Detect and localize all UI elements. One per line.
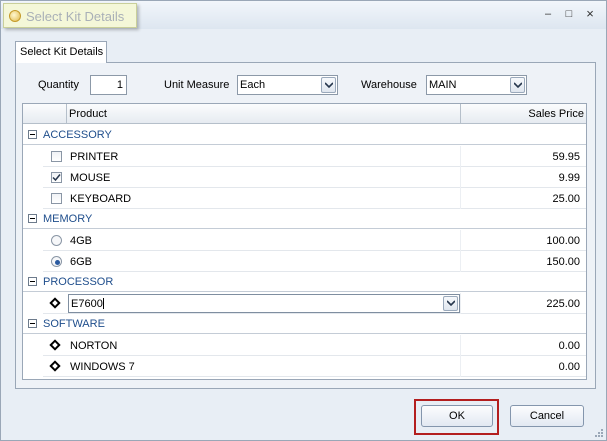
maximize-icon[interactable]: □ bbox=[562, 7, 576, 21]
list-item[interactable]: MOUSE 9.99 bbox=[43, 167, 586, 188]
product-price: 9.99 bbox=[558, 172, 580, 184]
required-diamond-icon bbox=[49, 297, 61, 309]
collapse-icon[interactable] bbox=[28, 214, 37, 223]
column-divider bbox=[460, 356, 461, 377]
quantity-label: Quantity bbox=[38, 79, 79, 91]
group-name: ACCESSORY bbox=[43, 129, 112, 141]
product-price: 100.00 bbox=[546, 235, 580, 247]
product-price: 59.95 bbox=[552, 151, 580, 163]
checkbox-checked[interactable] bbox=[51, 172, 62, 183]
resize-grip-icon[interactable] bbox=[593, 427, 603, 437]
dialog-window: Select Kit Details – □ × Select Kit Deta… bbox=[0, 0, 607, 441]
list-item[interactable]: PRINTER 59.95 bbox=[43, 146, 586, 167]
column-header-product[interactable]: Product bbox=[69, 104, 107, 124]
header-divider bbox=[460, 104, 461, 124]
radio-unselected[interactable] bbox=[51, 235, 62, 246]
column-divider bbox=[460, 251, 461, 272]
cancel-button[interactable]: Cancel bbox=[510, 405, 584, 427]
tab-select-kit-details[interactable]: Select Kit Details bbox=[15, 41, 107, 63]
grid-header: Product Sales Price bbox=[23, 104, 586, 124]
collapse-icon[interactable] bbox=[28, 277, 37, 286]
ok-button[interactable]: OK bbox=[421, 405, 493, 427]
unit-measure-value: Each bbox=[240, 79, 266, 91]
minimize-icon[interactable]: – bbox=[541, 7, 555, 21]
product-name: MOUSE bbox=[70, 172, 111, 184]
checkbox-unchecked[interactable] bbox=[51, 193, 62, 204]
product-name: PRINTER bbox=[70, 151, 119, 163]
collapse-icon[interactable] bbox=[28, 319, 37, 328]
list-item[interactable]: 6GB 150.00 bbox=[43, 251, 586, 272]
group-row-software[interactable]: SOFTWARE bbox=[23, 314, 586, 334]
column-divider bbox=[460, 167, 461, 188]
column-divider bbox=[460, 146, 461, 167]
title-box: Select Kit Details bbox=[3, 3, 137, 28]
product-price: 25.00 bbox=[552, 193, 580, 205]
chevron-down-icon[interactable] bbox=[321, 77, 336, 93]
list-item[interactable]: E7600 225.00 bbox=[43, 293, 586, 314]
list-item[interactable]: NORTON 0.00 bbox=[43, 335, 586, 356]
product-select[interactable]: E7600 bbox=[68, 294, 460, 313]
column-divider bbox=[460, 188, 461, 209]
collapse-icon[interactable] bbox=[28, 130, 37, 139]
header-divider bbox=[66, 104, 67, 124]
group-row-processor[interactable]: PROCESSOR bbox=[23, 272, 586, 292]
chevron-down-icon[interactable] bbox=[510, 77, 525, 93]
required-diamond-icon bbox=[49, 339, 61, 351]
product-price: 225.00 bbox=[546, 298, 580, 310]
product-name: 6GB bbox=[70, 256, 93, 268]
window-title: Select Kit Details bbox=[26, 9, 125, 24]
list-item[interactable]: 4GB 100.00 bbox=[43, 230, 586, 251]
title-bar[interactable]: Select Kit Details – □ × bbox=[1, 1, 606, 29]
product-select-value: E7600 bbox=[71, 298, 104, 310]
product-name: 4GB bbox=[70, 235, 93, 247]
product-price: 0.00 bbox=[558, 340, 580, 352]
list-item[interactable]: KEYBOARD 25.00 bbox=[43, 188, 586, 209]
unit-measure-select[interactable]: Each bbox=[237, 75, 338, 95]
product-name: NORTON bbox=[70, 340, 118, 352]
app-icon bbox=[9, 10, 21, 22]
product-price: 150.00 bbox=[546, 256, 580, 268]
column-divider bbox=[460, 230, 461, 251]
checkbox-unchecked[interactable] bbox=[51, 151, 62, 162]
product-grid: Product Sales Price ACCESSORY PRINTER 59… bbox=[22, 103, 587, 380]
group-name: MEMORY bbox=[43, 213, 93, 225]
warehouse-label: Warehouse bbox=[361, 79, 417, 91]
group-name: PROCESSOR bbox=[43, 276, 114, 288]
list-item[interactable]: WINDOWS 7 0.00 bbox=[43, 356, 586, 377]
required-diamond-icon bbox=[49, 360, 61, 372]
column-divider bbox=[460, 335, 461, 356]
group-row-memory[interactable]: MEMORY bbox=[23, 209, 586, 229]
close-icon[interactable]: × bbox=[583, 7, 597, 21]
column-header-sales-price[interactable]: Sales Price bbox=[528, 104, 584, 124]
column-divider bbox=[460, 293, 461, 314]
warehouse-select[interactable]: MAIN bbox=[426, 75, 527, 95]
product-price: 0.00 bbox=[558, 361, 580, 373]
warehouse-value: MAIN bbox=[429, 79, 457, 91]
chevron-down-icon[interactable] bbox=[443, 296, 458, 311]
product-name: KEYBOARD bbox=[70, 193, 132, 205]
quantity-input[interactable]: 1 bbox=[90, 75, 127, 95]
group-name: SOFTWARE bbox=[43, 318, 105, 330]
group-row-accessory[interactable]: ACCESSORY bbox=[23, 125, 586, 145]
unit-measure-label: Unit Measure bbox=[164, 79, 230, 91]
radio-selected[interactable] bbox=[51, 256, 62, 267]
product-name: WINDOWS 7 bbox=[70, 361, 135, 373]
